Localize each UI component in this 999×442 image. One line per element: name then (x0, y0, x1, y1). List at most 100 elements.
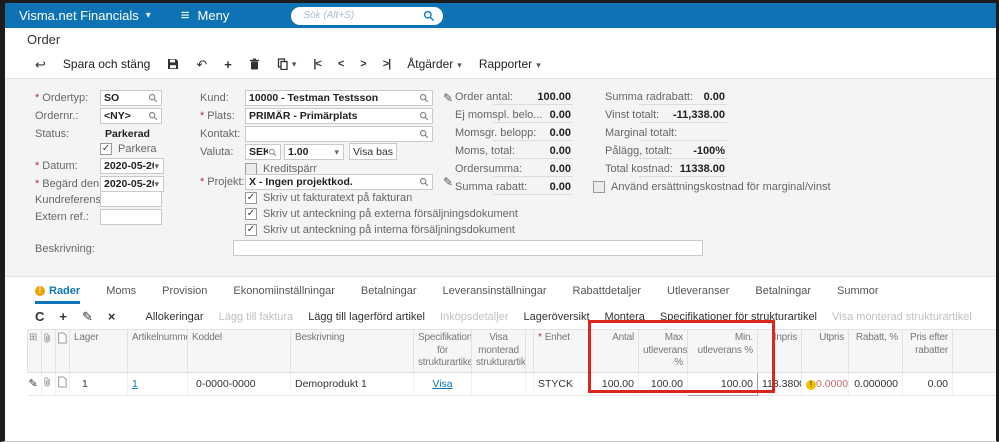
save-icon[interactable] (167, 58, 179, 70)
visa-link[interactable]: Visa (432, 378, 452, 390)
reports-menu-button[interactable]: Rapporter ▾ (479, 57, 541, 71)
tab-rabattdetaljer[interactable]: Rabattdetaljer (573, 285, 642, 304)
col-artikelnummer[interactable]: Artikelnummer (127, 329, 188, 373)
lookup-icon[interactable] (419, 93, 432, 103)
print-externa-checkbox[interactable]: ✓ (245, 208, 257, 220)
col-koddel[interactable]: Koddel (187, 329, 291, 373)
refresh-icon[interactable]: C (35, 310, 44, 323)
table-row[interactable]: ✎ 1 1 0-0000-0000 Demoprodukt 1 Visa STY… (27, 371, 996, 396)
lookup-icon[interactable] (148, 93, 161, 103)
row-note-icon[interactable] (55, 372, 70, 396)
tab-rader[interactable]: ! Rader (35, 285, 81, 304)
cell-antal[interactable]: 100.00 (590, 372, 639, 396)
cell-max-utleverans[interactable]: 100.00 (638, 372, 688, 396)
back-icon[interactable]: ↩ (35, 58, 46, 71)
tab-betalningar-2[interactable]: Betalningar (755, 285, 811, 304)
extern-ref-input[interactable] (100, 209, 162, 225)
cell-beskrivning[interactable]: Demoprodukt 1 (290, 372, 414, 396)
col-antal[interactable]: Antal (590, 329, 639, 373)
first-record-icon[interactable]: |< (313, 58, 321, 70)
projekt-input[interactable]: X - Ingen projektkod. (245, 174, 433, 190)
print-fakturatext-checkbox[interactable]: ✓ (245, 192, 257, 204)
begard-den-input[interactable]: 2020-05-20 ▾ (100, 176, 164, 192)
lookup-icon[interactable] (419, 177, 432, 187)
delete-icon[interactable] (249, 58, 260, 70)
tab-leveransinstallningar[interactable]: Leveransinställningar (443, 285, 547, 304)
add-row-icon[interactable]: + (59, 310, 67, 323)
ordertyp-input[interactable]: SO (100, 90, 162, 106)
col-min-utleverans[interactable]: Min. utleverans % (687, 329, 758, 373)
datum-input[interactable]: 2020-05-20 ▾ (100, 158, 164, 174)
edit-projekt-icon[interactable]: ✎ (443, 175, 453, 189)
delete-row-icon[interactable]: × (108, 310, 116, 323)
print-interna-checkbox[interactable]: ✓ (245, 224, 257, 236)
tab-betalningar[interactable]: Betalningar (361, 285, 417, 304)
parkera-checkbox[interactable]: ✓ (100, 143, 112, 155)
cell-utpris[interactable]: ! 0.0000 (801, 372, 849, 396)
calendar-dropdown-icon[interactable]: ▾ (154, 179, 163, 190)
cell-enhet[interactable]: STYCK (533, 372, 591, 396)
app-switcher[interactable]: Visma.net Financials ▾ (19, 8, 167, 23)
row-edit-icon[interactable]: ✎ (27, 372, 42, 396)
actions-menu-button[interactable]: Åtgärder ▾ (407, 57, 462, 71)
cell-lager[interactable]: 1 (69, 372, 128, 396)
chevron-down-icon[interactable]: ▾ (334, 147, 343, 158)
edit-kund-icon[interactable]: ✎ (443, 91, 453, 105)
col-visa-monterad[interactable]: Visa monterad strukturartike (471, 329, 526, 373)
lookup-icon[interactable] (148, 111, 161, 121)
kund-input[interactable]: 10000 - Testman Testsson (245, 90, 433, 106)
cell-specifikation[interactable]: Visa (413, 372, 472, 396)
specifikationer-button[interactable]: Specifikationer för strukturartikel (660, 311, 817, 323)
tab-moms[interactable]: Moms (106, 285, 136, 304)
row-attachment-icon[interactable] (41, 372, 56, 396)
valuta-rate-input[interactable]: 1.00 ▾ (284, 144, 344, 160)
plats-input[interactable]: PRIMÄR - Primärplats (245, 108, 433, 124)
allokeringar-button[interactable]: Allokeringar (145, 311, 203, 323)
tab-utleveranser[interactable]: Utleveranser (667, 285, 729, 304)
kundreferens-input[interactable] (100, 191, 162, 207)
copy-paste-button[interactable]: ▾ (277, 58, 296, 70)
save-and-close-button[interactable]: Spara och stäng (63, 57, 150, 71)
tab-provision[interactable]: Provision (162, 285, 207, 304)
col-beskrivning[interactable]: Beskrivning (290, 329, 414, 373)
col-utpris[interactable]: Utpris (801, 329, 849, 373)
cell-rabatt[interactable]: 0.000000 (848, 372, 903, 396)
add-icon[interactable]: + (224, 58, 232, 71)
tab-ekonomiinstallningar[interactable]: Ekonomiinställningar (233, 285, 335, 304)
valuta-code-input[interactable]: SEK (245, 144, 281, 160)
col-inpris[interactable]: Inpris (757, 329, 802, 373)
col-specifikation[interactable]: Specifikation för strukturartike (413, 329, 472, 373)
search-icon[interactable] (423, 10, 435, 22)
artikelnummer-link[interactable]: 1 (132, 378, 138, 390)
undo-icon[interactable]: ↶ (196, 58, 207, 71)
edit-row-icon[interactable]: ✎ (82, 310, 93, 323)
lagg-till-lagerford-artikel-button[interactable]: Lägg till lagerförd artikel (308, 311, 425, 323)
cell-min-utleverans[interactable]: 100.00 (687, 371, 758, 396)
calendar-dropdown-icon[interactable]: ▾ (154, 161, 163, 172)
cell-artikelnummer[interactable]: 1 (127, 372, 188, 396)
col-enhet[interactable]: * Enhet (533, 329, 591, 373)
col-max-utleverans[interactable]: Max utleverans % (638, 329, 688, 373)
montera-button[interactable]: Montera (605, 311, 645, 323)
previous-record-icon[interactable]: < (338, 58, 345, 70)
visa-bas-button[interactable]: Visa bas (349, 143, 397, 160)
ersattningskostnad-checkbox[interactable] (593, 181, 605, 193)
lookup-icon[interactable] (419, 111, 432, 121)
lookup-icon[interactable] (419, 129, 432, 139)
kontakt-input[interactable] (245, 126, 433, 142)
menu-button[interactable]: ≡ Meny (181, 8, 230, 23)
cell-pris-efter-rabatter[interactable]: 0.00 (902, 372, 953, 396)
ordernr-input[interactable]: <NY> (100, 108, 162, 124)
col-pris-efter-rabatter[interactable]: Pris efter rabatter (902, 329, 953, 373)
lookup-icon[interactable] (268, 148, 280, 157)
lageroversikt-button[interactable]: Lageröversikt (523, 311, 589, 323)
grid-settings-icon[interactable]: ⊞ (27, 329, 42, 373)
cell-koddel[interactable]: 0-0000-0000 (187, 372, 291, 396)
tab-summor[interactable]: Summor (837, 285, 879, 304)
cell-inpris[interactable]: 113.3800 (757, 372, 802, 396)
col-rabatt[interactable]: Rabatt, % (848, 329, 903, 373)
col-lager[interactable]: Lager (69, 329, 128, 373)
search-input[interactable] (301, 9, 418, 22)
last-record-icon[interactable]: >| (383, 58, 391, 70)
next-record-icon[interactable]: > (360, 58, 367, 70)
